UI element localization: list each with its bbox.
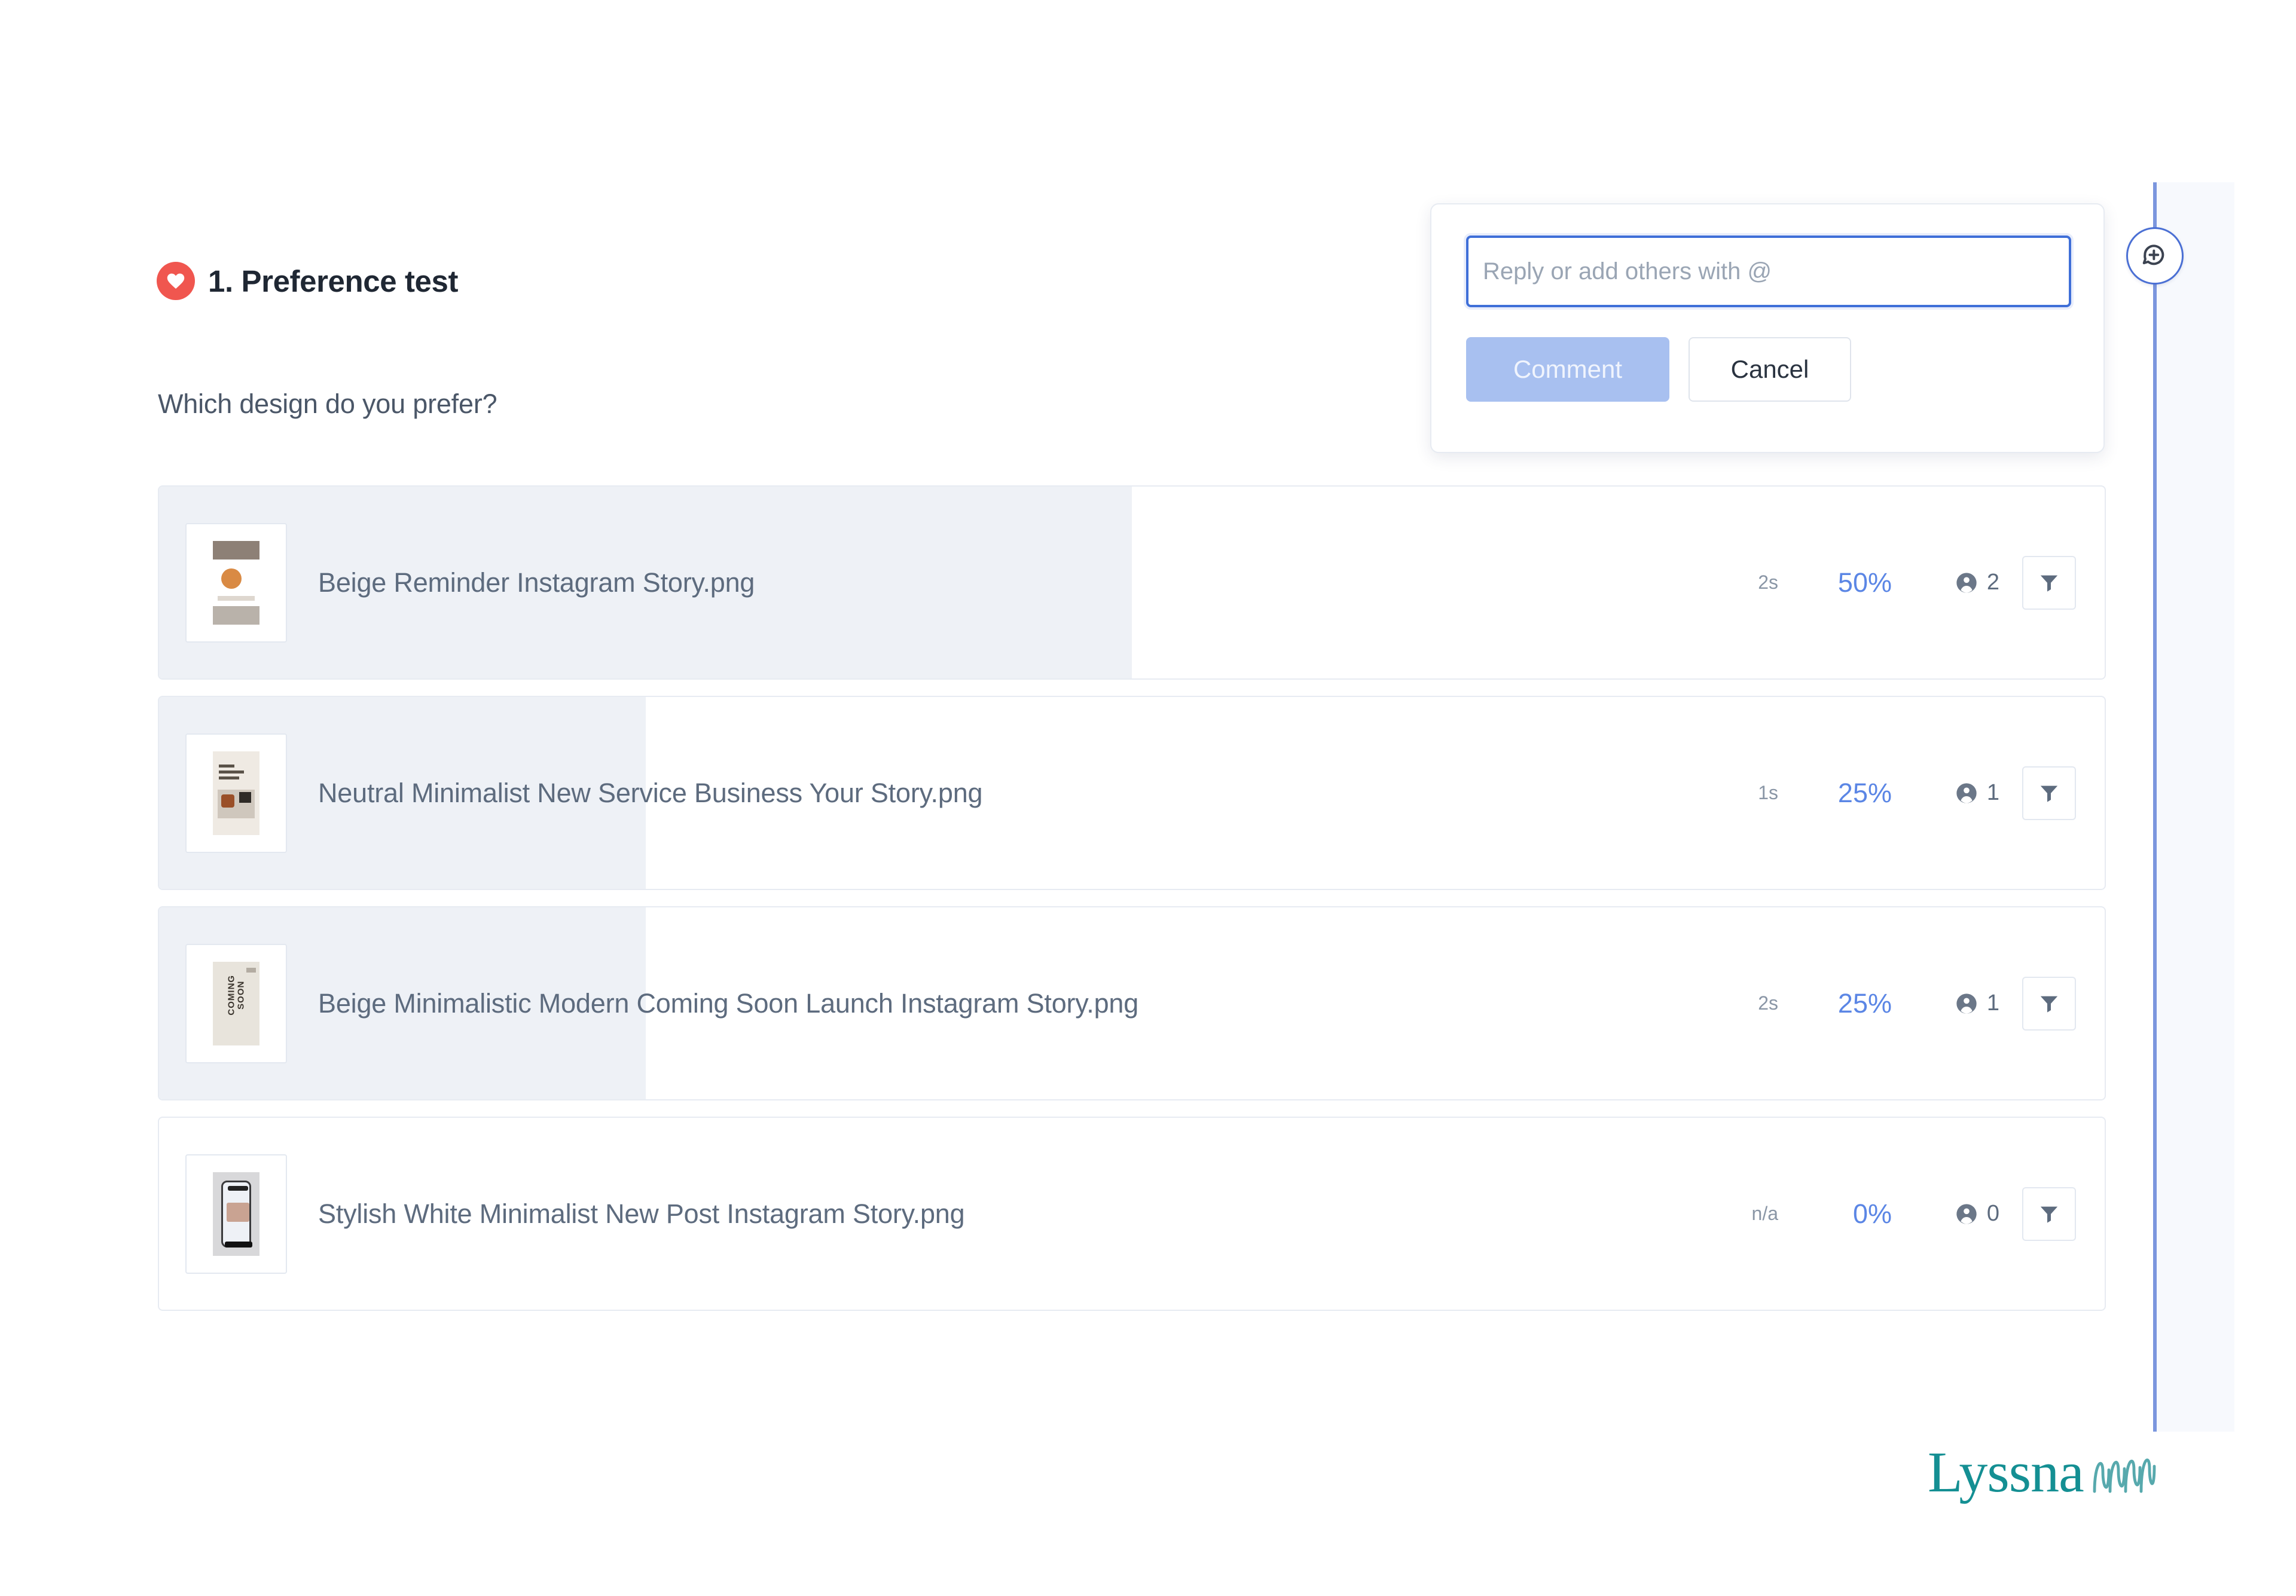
lyssna-logo: Lyssna [1928, 1444, 2159, 1501]
table-row[interactable]: COMING SOON Beige Minimalistic Modern Co… [158, 906, 2106, 1100]
stat-participants: 2 [1892, 570, 1999, 595]
stat-percent: 25% [1778, 988, 1892, 1019]
stat-time: 1s [1714, 782, 1778, 804]
thumbnail-caption: COMING SOON [227, 962, 246, 1028]
funnel-icon[interactable] [2022, 556, 2076, 610]
stat-percent: 25% [1778, 778, 1892, 809]
table-row[interactable]: Beige Reminder Instagram Story.png 2s 50… [158, 485, 2106, 680]
stat-time: n/a [1714, 1203, 1778, 1225]
table-row[interactable]: Neutral Minimalist New Service Business … [158, 696, 2106, 890]
comment-popup: Comment Cancel [1430, 203, 2105, 453]
option-label: Beige Minimalistic Modern Coming Soon La… [318, 988, 1714, 1019]
wave-mark-icon [2087, 1451, 2159, 1501]
option-label: Stylish White Minimalist New Post Instag… [318, 1198, 1714, 1230]
person-icon [1955, 571, 1979, 595]
row-stats: 1s 25% 1 [1714, 766, 2076, 820]
participant-count: 0 [1987, 1201, 1999, 1227]
comment-rail-line [2153, 182, 2157, 1432]
comment-submit-button[interactable]: Comment [1466, 337, 1669, 402]
cancel-button[interactable]: Cancel [1689, 337, 1851, 402]
comment-rail-background [2157, 182, 2234, 1432]
option-label: Neutral Minimalist New Service Business … [318, 778, 1714, 809]
person-icon [1955, 1202, 1979, 1226]
row-stats: 2s 25% 1 [1714, 977, 2076, 1031]
comment-plus-icon [2140, 241, 2170, 271]
page-title: 1. Preference test [208, 264, 458, 299]
stylish-white-minimalist-thumbnail[interactable] [185, 1154, 287, 1274]
participant-count: 2 [1987, 570, 1999, 595]
stat-percent: 50% [1778, 567, 1892, 598]
person-icon [1955, 992, 1979, 1016]
stat-participants: 1 [1892, 990, 1999, 1016]
preference-test-results-page: 1. Preference test Which design do you p… [0, 0, 2296, 1596]
funnel-icon[interactable] [2022, 766, 2076, 820]
coming-soon-thumbnail[interactable]: COMING SOON [185, 944, 287, 1063]
results-list: Beige Reminder Instagram Story.png 2s 50… [158, 485, 2106, 1327]
section-heading: 1. Preference test [157, 262, 458, 300]
comment-popup-actions: Comment Cancel [1466, 337, 2069, 402]
neutral-minimalist-thumbnail[interactable] [185, 733, 287, 853]
stat-participants: 1 [1892, 780, 1999, 806]
question-prompt: Which design do you prefer? [158, 389, 497, 420]
reply-input[interactable] [1466, 236, 2071, 307]
stat-time: 2s [1714, 992, 1778, 1014]
stat-participants: 0 [1892, 1201, 1999, 1227]
heart-icon [157, 262, 195, 300]
funnel-icon[interactable] [2022, 1187, 2076, 1241]
stat-percent: 0% [1778, 1198, 1892, 1230]
participant-count: 1 [1987, 780, 1999, 806]
add-comment-button[interactable] [2126, 227, 2184, 285]
row-stats: n/a 0% 0 [1714, 1187, 2076, 1241]
option-label: Beige Reminder Instagram Story.png [318, 567, 1714, 598]
row-stats: 2s 50% 2 [1714, 556, 2076, 610]
person-icon [1955, 781, 1979, 805]
brand-name: Lyssna [1928, 1444, 2084, 1501]
table-row[interactable]: Stylish White Minimalist New Post Instag… [158, 1117, 2106, 1311]
participant-count: 1 [1987, 990, 1999, 1016]
stat-time: 2s [1714, 571, 1778, 594]
funnel-icon[interactable] [2022, 977, 2076, 1031]
beige-reminder-thumbnail[interactable] [185, 523, 287, 643]
